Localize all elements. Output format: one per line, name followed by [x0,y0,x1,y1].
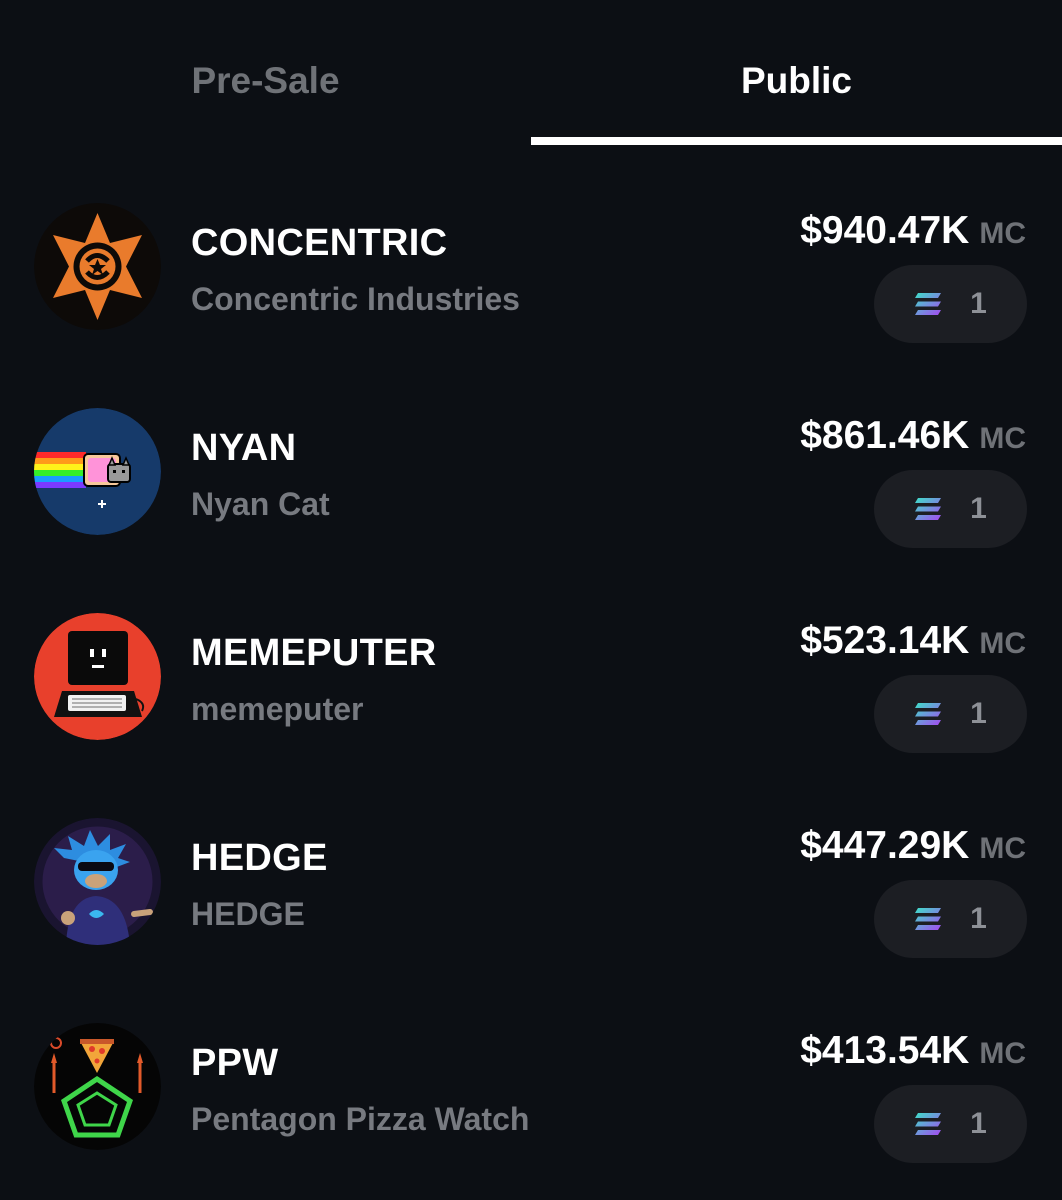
market-cap-value: $413.54K [800,1029,970,1072]
holder-count: 1 [970,492,987,525]
market-cap-unit: MC [979,832,1026,865]
holder-count-pill[interactable]: 1 [874,265,1027,343]
token-ticker: NYAN [191,427,297,469]
solana-icon [915,498,942,520]
token-row-nyan[interactable]: NYAN Nyan Cat $861.46K MC 1 [0,408,1062,613]
token-list-screen: Pre-Sale Public CONCENTRIC Concentric In… [0,0,1062,1200]
market-cap-value: $447.29K [800,824,970,867]
token-ticker: PPW [191,1042,279,1084]
concentric-star-logo-icon [34,203,161,330]
active-tab-indicator [531,137,1062,145]
token-name: Pentagon Pizza Watch [191,1101,530,1137]
market-cap-unit: MC [979,627,1026,660]
market-cap: $940.47K MC [800,209,1026,253]
solana-icon [915,908,942,930]
solana-icon [915,703,942,725]
holder-count-pill[interactable]: 1 [874,470,1027,548]
solana-icon [915,1113,942,1135]
token-ticker: CONCENTRIC [191,222,448,264]
nyan-cat-icon [34,408,161,535]
holder-count-pill[interactable]: 1 [874,880,1027,958]
pizza-pentagon-icon [34,1023,161,1150]
holder-count-pill[interactable]: 1 [874,675,1027,753]
solana-icon [915,293,942,315]
holder-count: 1 [970,1107,987,1140]
market-cap: $861.46K MC [800,414,1026,458]
market-cap: $413.54K MC [800,1029,1026,1073]
market-cap-value: $861.46K [800,414,970,457]
token-row-concentric[interactable]: CONCENTRIC Concentric Industries $940.47… [0,203,1062,408]
token-row-hedge[interactable]: HEDGE HEDGE $447.29K MC 1 [0,818,1062,1023]
market-cap: $447.29K MC [800,824,1026,868]
token-name: Nyan Cat [191,486,330,522]
market-cap-unit: MC [979,422,1026,455]
tab-pre-sale[interactable]: Pre-Sale [0,0,531,145]
hedgehog-character-icon [34,818,161,945]
holder-count-pill[interactable]: 1 [874,1085,1027,1163]
market-cap-unit: MC [979,1037,1026,1070]
holder-count: 1 [970,902,987,935]
market-cap-value: $940.47K [800,209,970,252]
token-row-ppw[interactable]: PPW Pentagon Pizza Watch $413.54K MC 1 [0,1023,1062,1200]
tab-public[interactable]: Public [531,0,1062,145]
token-ticker: HEDGE [191,837,328,879]
token-ticker: MEMEPUTER [191,632,437,674]
market-cap-value: $523.14K [800,619,970,662]
market-cap-unit: MC [979,217,1026,250]
tab-bar: Pre-Sale Public [0,0,1062,145]
holder-count: 1 [970,697,987,730]
token-name: Concentric Industries [191,281,520,317]
holder-count: 1 [970,287,987,320]
token-name: memeputer [191,691,364,727]
token-row-memeputer[interactable]: MEMEPUTER memeputer $523.14K MC 1 [0,613,1062,818]
retro-computer-icon [34,613,161,740]
market-cap: $523.14K MC [800,619,1026,663]
token-name: HEDGE [191,896,305,932]
